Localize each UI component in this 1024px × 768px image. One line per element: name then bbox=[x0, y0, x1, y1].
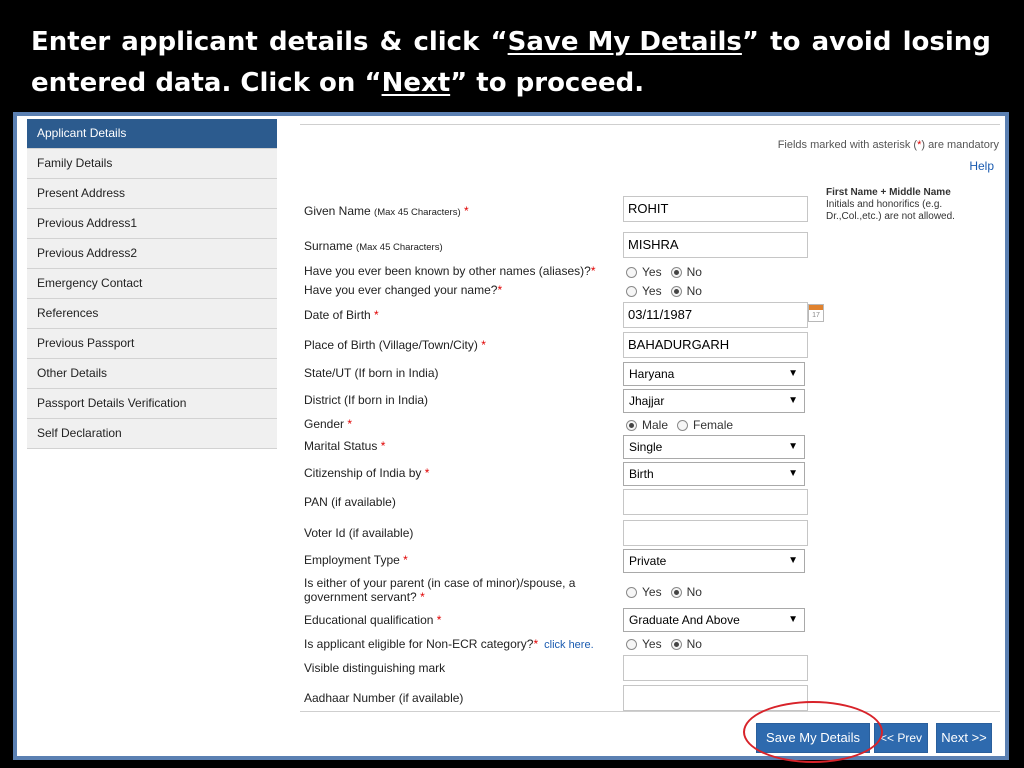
application-frame: Applicant Details Family Details Present… bbox=[13, 112, 1009, 763]
given-name-label: Given Name (Max 45 Characters) * bbox=[304, 204, 469, 218]
sidebar-item-present-address[interactable]: Present Address bbox=[27, 179, 277, 209]
dob-input[interactable]: 03/11/1987 bbox=[623, 302, 808, 328]
aliases-no-radio[interactable] bbox=[670, 266, 682, 278]
form-panel: Fields marked with asterisk (*) are mand… bbox=[300, 116, 1000, 763]
parent-govt-yes-radio[interactable] bbox=[626, 586, 637, 598]
parent-govt-no-radio[interactable] bbox=[670, 586, 682, 598]
aliases-label: Have you ever been known by other names … bbox=[304, 264, 596, 278]
changed-name-radio-group: Yes No bbox=[626, 284, 706, 298]
non-ecr-radio-group: Yes No bbox=[626, 637, 706, 651]
parent-govt-radio-group: Yes No bbox=[626, 585, 706, 599]
marital-status-label: Marital Status * bbox=[304, 439, 386, 453]
gender-male-radio[interactable] bbox=[626, 419, 637, 431]
changed-name-no-radio[interactable] bbox=[670, 285, 682, 297]
aadhaar-input[interactable] bbox=[623, 685, 808, 711]
banner-quoted-save: “Save My Details” bbox=[490, 27, 759, 57]
chevron-down-icon: ▼ bbox=[788, 614, 798, 625]
gender-label: Gender * bbox=[304, 417, 353, 431]
sidebar-item-previous-address1[interactable]: Previous Address1 bbox=[27, 209, 277, 239]
distinguishing-mark-label: Visible distinguishing mark bbox=[304, 661, 446, 675]
banner-word: & bbox=[379, 27, 403, 57]
name-hint-body: Initials and honorifics (e.g. Dr.,Col.,e… bbox=[826, 199, 955, 222]
sidebar-item-passport-verification[interactable]: Passport Details Verification bbox=[27, 389, 277, 419]
employment-type-select[interactable]: Private ▼ bbox=[623, 549, 805, 573]
banner-word: losing bbox=[902, 27, 991, 57]
sidebar-item-family-details[interactable]: Family Details bbox=[27, 149, 277, 179]
chevron-down-icon: ▼ bbox=[788, 368, 798, 379]
gender-female-radio[interactable] bbox=[677, 419, 689, 431]
gender-radio-group: Male Female bbox=[626, 418, 737, 432]
marital-status-select[interactable]: Single ▼ bbox=[623, 435, 805, 459]
sidebar-item-emergency-contact[interactable]: Emergency Contact bbox=[27, 269, 277, 299]
sidebar-item-self-declaration[interactable]: Self Declaration bbox=[27, 419, 277, 449]
next-button[interactable]: Next >> bbox=[936, 723, 992, 753]
banner-word: details bbox=[268, 27, 369, 57]
aadhaar-label: Aadhaar Number (if available) bbox=[304, 691, 464, 705]
voter-id-input[interactable] bbox=[623, 520, 808, 546]
place-of-birth-input[interactable]: BAHADURGARH bbox=[623, 332, 808, 358]
banner-word: click bbox=[413, 27, 480, 57]
banner-word: avoid bbox=[811, 27, 892, 57]
chevron-down-icon: ▼ bbox=[788, 395, 798, 406]
divider bbox=[300, 124, 1000, 125]
surname-input[interactable]: MISHRA bbox=[623, 232, 808, 258]
aliases-yes-radio[interactable] bbox=[626, 266, 637, 278]
non-ecr-label: Is applicant eligible for Non-ECR catego… bbox=[304, 637, 594, 651]
instruction-line-2: entered data. Click on “Next” to proceed… bbox=[31, 68, 645, 98]
parent-govt-label: Is either of your parent (in case of min… bbox=[304, 576, 576, 604]
aliases-radio-group: Yes No bbox=[626, 265, 706, 279]
pan-input[interactable] bbox=[623, 489, 808, 515]
non-ecr-no-radio[interactable] bbox=[670, 638, 682, 650]
given-name-input[interactable]: ROHIT bbox=[623, 196, 808, 222]
sidebar-item-references[interactable]: References bbox=[27, 299, 277, 329]
education-label: Educational qualification * bbox=[304, 613, 442, 627]
distinguishing-mark-input[interactable] bbox=[623, 655, 808, 681]
instruction-line-1: Enter applicant details & click “Save My… bbox=[31, 22, 991, 63]
district-label: District (If born in India) bbox=[304, 393, 429, 407]
chevron-down-icon: ▼ bbox=[788, 468, 798, 479]
help-link[interactable]: Help bbox=[969, 159, 994, 173]
non-ecr-yes-radio[interactable] bbox=[626, 638, 637, 650]
banner-next-underlined: Next bbox=[381, 68, 451, 98]
citizenship-select[interactable]: Birth ▼ bbox=[623, 462, 805, 486]
state-select[interactable]: Haryana ▼ bbox=[623, 362, 805, 386]
place-of-birth-label: Place of Birth (Village/Town/City) * bbox=[304, 338, 486, 352]
banner-word: applicant bbox=[121, 27, 258, 57]
instruction-banner: Enter applicant details & click “Save My… bbox=[0, 0, 1024, 112]
mandatory-note: Fields marked with asterisk (*) are mand… bbox=[777, 139, 999, 151]
banner-word: Enter bbox=[31, 27, 111, 57]
name-hint-note: First Name + Middle Name Initials and ho… bbox=[826, 187, 986, 223]
state-label: State/UT (If born in India) bbox=[304, 366, 439, 380]
changed-name-yes-radio[interactable] bbox=[626, 285, 637, 297]
chevron-down-icon: ▼ bbox=[788, 555, 798, 566]
non-ecr-click-here-link[interactable]: click here. bbox=[544, 639, 594, 651]
sidebar-item-applicant-details[interactable]: Applicant Details bbox=[27, 119, 277, 149]
citizenship-label: Citizenship of India by * bbox=[304, 466, 430, 480]
surname-label: Surname (Max 45 Characters) bbox=[304, 239, 443, 253]
district-select[interactable]: Jhajjar ▼ bbox=[623, 389, 805, 413]
sidebar-nav: Applicant Details Family Details Present… bbox=[27, 119, 277, 449]
sidebar-item-previous-passport[interactable]: Previous Passport bbox=[27, 329, 277, 359]
voter-id-label: Voter Id (if available) bbox=[304, 526, 414, 540]
employment-type-label: Employment Type * bbox=[304, 553, 408, 567]
chevron-down-icon: ▼ bbox=[788, 441, 798, 452]
save-my-details-button[interactable]: Save My Details bbox=[756, 723, 870, 753]
changed-name-label: Have you ever changed your name?* bbox=[304, 283, 503, 297]
dob-label: Date of Birth * bbox=[304, 308, 379, 322]
prev-button[interactable]: << Prev bbox=[874, 723, 928, 753]
education-select[interactable]: Graduate And Above ▼ bbox=[623, 608, 805, 632]
pan-label: PAN (if available) bbox=[304, 495, 396, 509]
sidebar-item-previous-address2[interactable]: Previous Address2 bbox=[27, 239, 277, 269]
calendar-icon[interactable]: 17 bbox=[808, 304, 824, 322]
divider bbox=[300, 711, 1000, 712]
banner-word: to bbox=[770, 27, 801, 57]
sidebar-item-other-details[interactable]: Other Details bbox=[27, 359, 277, 389]
name-hint-title: First Name + Middle Name bbox=[826, 187, 951, 198]
